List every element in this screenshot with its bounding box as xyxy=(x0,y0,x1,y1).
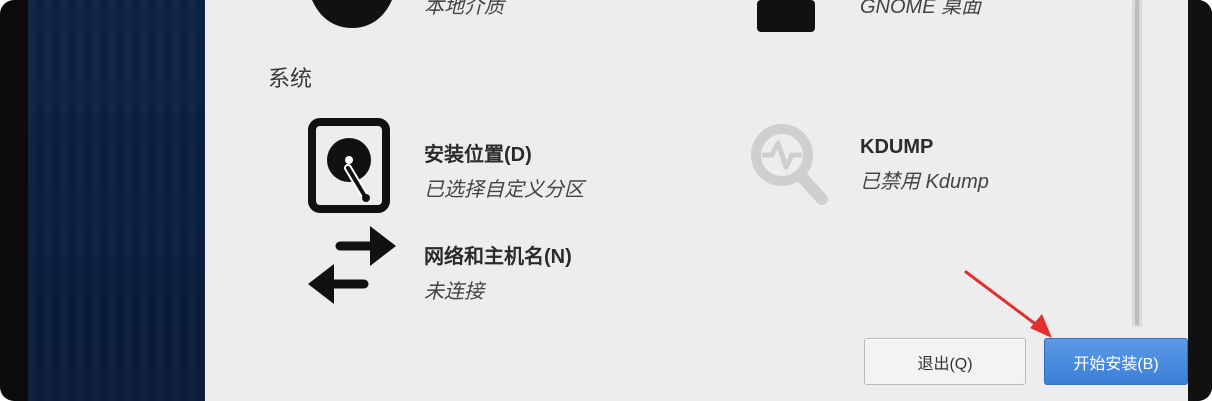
software-selection-status: GNOME 桌面 xyxy=(860,0,982,18)
window-right-edge xyxy=(1188,0,1212,401)
network-arrows-icon xyxy=(308,226,396,304)
scrollbar-thumb[interactable] xyxy=(1135,0,1139,325)
sidebar xyxy=(28,0,205,401)
begin-installation-button[interactable]: 开始安装(B) xyxy=(1044,338,1188,385)
software-selection-icon xyxy=(757,0,815,32)
red-arrow-annotation xyxy=(964,270,1052,338)
kdump-title: KDUMP xyxy=(860,136,934,158)
install-source-status: 本地介质 xyxy=(424,0,504,18)
install-destination-status: 已选择自定义分区 xyxy=(424,179,584,201)
quit-button[interactable]: 退出(Q) xyxy=(864,338,1026,385)
section-title-system: 系统 xyxy=(268,67,313,92)
kdump-status: 已禁用 Kdump xyxy=(860,171,989,193)
hard-disk-icon xyxy=(308,118,390,213)
network-hostname-title: 网络和主机名(N) xyxy=(424,246,572,268)
screen-frame: 本地介质 GNOME 桌面 系统 安装位置(D) 已选择自定义分区 KDUMP … xyxy=(0,0,1212,401)
kdump-magnifier-icon xyxy=(751,124,828,205)
install-destination-title: 安装位置(D) xyxy=(424,144,532,166)
footer-hint xyxy=(780,392,1170,401)
network-hostname-status: 未连接 xyxy=(424,281,484,303)
install-source-icon xyxy=(312,0,392,28)
content-scrollbar[interactable] xyxy=(1132,0,1142,327)
